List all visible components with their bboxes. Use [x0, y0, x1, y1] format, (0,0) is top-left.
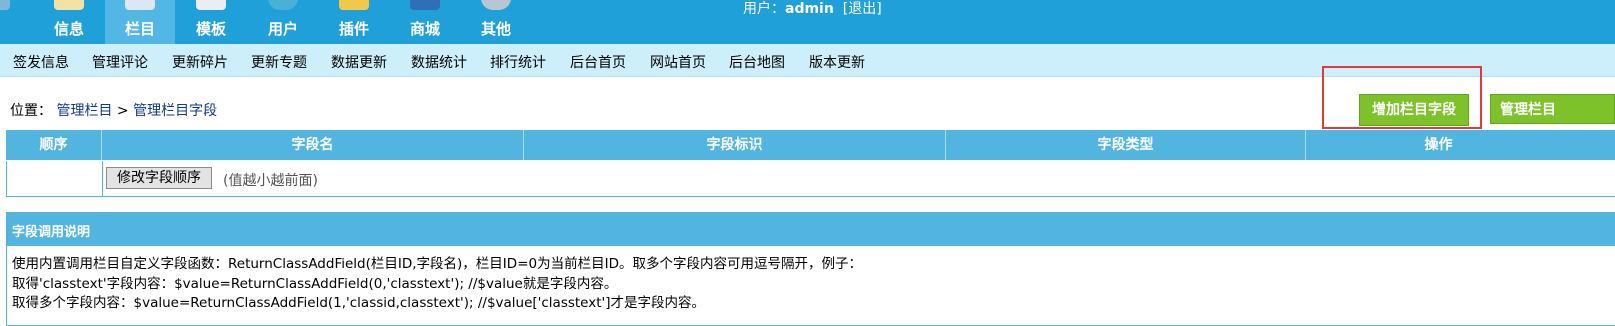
submenu-version-update[interactable]: 版本更新 — [809, 52, 865, 72]
nav-template[interactable]: 模板 — [176, 0, 246, 44]
row-divider — [102, 161, 103, 197]
submenu-update-fragments[interactable]: 更新碎片 — [172, 52, 228, 72]
help-header: 字段调用说明 — [6, 212, 1615, 246]
user-info: 用户：admin [退出] — [743, 0, 882, 18]
columns-icon — [125, 0, 155, 10]
header-field-id: 字段标识 — [524, 130, 946, 160]
logout-link[interactable]: [退出] — [843, 1, 882, 17]
nav-label: 统 — [0, 20, 30, 38]
submenu-site-home[interactable]: 网站首页 — [650, 52, 706, 72]
nav-label: 模板 — [195, 20, 226, 38]
fields-table-header: 顺序 字段名 字段标识 字段类型 操作 — [6, 130, 1615, 160]
plugin-icon — [339, 0, 369, 10]
submenu-admin-map[interactable]: 后台地图 — [729, 52, 785, 72]
nav-columns[interactable]: 栏目 — [105, 0, 175, 44]
nav-other[interactable]: 其他 — [461, 0, 531, 44]
order-hint: (值越小越前面) — [223, 173, 318, 189]
modify-field-order-button[interactable]: 修改字段顺序 — [106, 167, 212, 189]
user-label: 用户： — [743, 1, 785, 17]
nav-info[interactable]: 信息 — [34, 0, 104, 44]
nav-label: 插件 — [338, 20, 369, 38]
header-order: 顺序 — [6, 130, 102, 160]
breadcrumb-prefix: 位置： — [10, 103, 52, 119]
gear-icon — [481, 0, 511, 10]
header-field-type: 字段类型 — [946, 130, 1306, 160]
help-body: 使用内置调用栏目自定义字段函数：ReturnClassAddField(栏目ID… — [6, 246, 1615, 326]
nav-label: 用户 — [267, 20, 298, 38]
username: admin — [785, 1, 834, 17]
breadcrumb: 位置： 管理栏目 > 管理栏目字段 — [10, 100, 217, 120]
pencil-icon — [54, 0, 84, 10]
breadcrumb-manage-column-fields[interactable]: 管理栏目字段 — [133, 103, 217, 119]
nav-shop[interactable]: 商城 — [390, 0, 460, 44]
header-operation: 操作 — [1424, 137, 1453, 153]
submenu-data-stats[interactable]: 数据统计 — [411, 52, 467, 72]
submenu-update-topics[interactable]: 更新专题 — [251, 52, 307, 72]
submenu-manage-comments[interactable]: 管理评论 — [92, 52, 148, 72]
nav-plugin[interactable]: 插件 — [319, 0, 389, 44]
nav-label: 其他 — [480, 20, 511, 38]
user-icon — [268, 0, 298, 10]
nav-user[interactable]: 用户 — [248, 0, 318, 44]
breadcrumb-separator: > — [116, 103, 129, 119]
submenu-rank-stats[interactable]: 排行统计 — [490, 52, 546, 72]
manage-columns-button[interactable]: 管理栏目 — [1490, 94, 1615, 124]
header-field-name: 字段名 — [102, 130, 524, 160]
template-icon — [196, 0, 226, 10]
help-line: 取得多个字段内容：$value=ReturnClassAddField(1,'c… — [12, 295, 706, 311]
add-column-field-button[interactable]: 增加栏目字段 — [1359, 94, 1469, 126]
help-line: 使用内置调用栏目自定义字段函数：ReturnClassAddField(栏目ID… — [12, 256, 862, 272]
nav-label: 商城 — [409, 20, 440, 38]
nav-system[interactable]: 统 — [0, 0, 30, 44]
submenu-sign-info[interactable]: 签发信息 — [13, 52, 69, 72]
help-line: 取得'classtext'字段内容：$value=ReturnClassAddF… — [12, 276, 618, 292]
submenu-data-update[interactable]: 数据更新 — [331, 52, 387, 72]
nav-label: 信息 — [53, 20, 84, 38]
breadcrumb-manage-columns[interactable]: 管理栏目 — [56, 103, 112, 119]
top-navigation-bar: 统 信息 栏目 模板 用户 插件 商城 其他 用户：admin [退出] — [0, 0, 1615, 44]
shop-icon — [410, 0, 440, 10]
system-icon — [0, 0, 10, 10]
submenu-admin-home[interactable]: 后台首页 — [570, 52, 626, 72]
table-row: 修改字段顺序 (值越小越前面) — [6, 161, 1615, 197]
help-title: 字段调用说明 — [12, 225, 91, 240]
nav-label: 栏目 — [124, 20, 155, 38]
